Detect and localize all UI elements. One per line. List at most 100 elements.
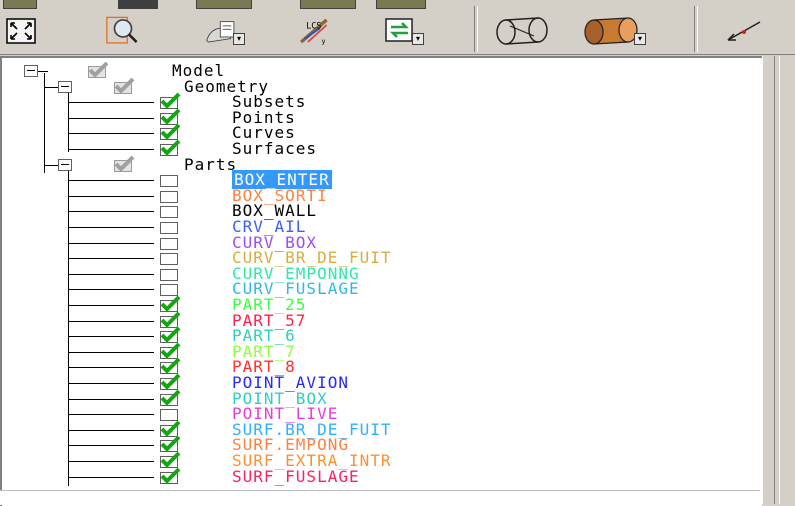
tree-item-part[interactable]: CURV_FUSLAGE xyxy=(2,279,742,298)
tree-connector xyxy=(68,242,154,244)
visibility-checkbox[interactable] xyxy=(160,389,181,406)
tree-node-geometry[interactable]: Geometry xyxy=(2,77,742,96)
tree-item-part[interactable]: CURV_EMPONNG xyxy=(2,264,742,283)
tree-item-part[interactable]: BOX_SORTI xyxy=(2,186,742,205)
visibility-checkbox[interactable] xyxy=(114,155,135,172)
checkmark-icon xyxy=(114,77,135,93)
tree-connector xyxy=(68,133,154,135)
visibility-checkbox[interactable] xyxy=(160,268,178,281)
solid-cylinder-icon xyxy=(584,17,638,45)
tree-item-part[interactable]: PART_8 xyxy=(2,357,742,376)
checkmark-icon xyxy=(160,373,181,389)
scrollbar-track[interactable] xyxy=(774,56,780,504)
chevron-down-icon[interactable]: ▾ xyxy=(412,33,424,45)
tree-connector xyxy=(68,445,154,447)
tree-connector xyxy=(68,429,154,431)
local-coord-system-icon: LCS y xyxy=(299,18,328,46)
tree-item-part[interactable]: SURF_EXTRA_INTR xyxy=(2,451,742,470)
checkmark-icon xyxy=(160,92,181,109)
tree-connector xyxy=(68,211,154,213)
wireframe-cylinder-icon xyxy=(496,17,548,45)
checkmark-icon xyxy=(160,342,181,358)
tree-connector xyxy=(68,149,154,150)
tree-item-part[interactable]: PART_6 xyxy=(2,326,742,345)
checkmark-icon xyxy=(114,155,135,171)
tree-item-label[interactable]: Surfaces xyxy=(232,139,317,158)
tree-connector xyxy=(68,383,154,384)
toolbar-stub xyxy=(3,0,37,9)
chevron-down-icon[interactable]: ▾ xyxy=(233,33,245,45)
local-coord-system-button[interactable]: LCS y xyxy=(296,14,330,48)
tree-connector xyxy=(68,398,154,400)
visibility-checkbox[interactable] xyxy=(160,467,181,484)
visibility-checkbox[interactable] xyxy=(160,237,178,250)
solid-cylinder-button[interactable]: ▾ xyxy=(584,14,646,48)
checkmark-icon xyxy=(160,467,181,483)
tree-connector xyxy=(68,227,154,228)
collapse-toggle[interactable] xyxy=(58,80,72,93)
visibility-checkbox[interactable] xyxy=(160,222,178,234)
tree-item-geometry[interactable]: Curves xyxy=(2,123,742,142)
visibility-checkbox[interactable] xyxy=(88,61,109,78)
visibility-checkbox[interactable] xyxy=(160,206,178,219)
checkmark-icon xyxy=(160,123,181,140)
collapse-toggle[interactable] xyxy=(24,65,38,77)
tree-item-part[interactable]: BOX_ENTER xyxy=(2,170,742,190)
visibility-checkbox[interactable] xyxy=(160,175,178,188)
checkmark-icon xyxy=(160,435,181,452)
tree-connector xyxy=(68,102,154,104)
svg-text:LCS: LCS xyxy=(306,21,321,31)
tree-connector xyxy=(68,195,154,197)
tree-node-parts[interactable]: Parts xyxy=(2,155,742,174)
horizontal-scrollbar[interactable] xyxy=(0,490,760,505)
tree-item-geometry[interactable]: Subsets xyxy=(2,92,742,111)
toolbar-separator xyxy=(474,6,478,52)
tree-connector xyxy=(68,336,154,338)
chevron-down-icon[interactable]: ▾ xyxy=(634,33,646,45)
visibility-checkbox[interactable] xyxy=(160,190,178,203)
model-tree: Model Geometry Subsets Points Curves Surfaces… xyxy=(0,56,762,506)
tree-item-part[interactable]: POINT_BOX xyxy=(2,389,742,408)
tree-item-part[interactable]: CRV_AIL xyxy=(2,217,742,236)
collapse-toggle[interactable] xyxy=(58,158,72,171)
toolbar-stub xyxy=(300,0,356,9)
tree-connector xyxy=(68,258,154,260)
wireframe-cylinder-button[interactable] xyxy=(494,14,550,48)
visibility-checkbox[interactable] xyxy=(160,253,178,266)
tree-connector xyxy=(68,117,154,119)
tree-item-part[interactable]: BOX_WALL xyxy=(2,201,742,220)
tree-item-part[interactable]: PART_57 xyxy=(2,311,742,330)
tree-connector xyxy=(68,273,154,275)
visibility-checkbox[interactable] xyxy=(114,77,135,94)
tree-item-part[interactable]: SURF.BR_DE_FUIT xyxy=(2,420,742,439)
tree-connector xyxy=(68,367,154,369)
tree-connector xyxy=(68,351,154,353)
toolbar-stub xyxy=(118,0,158,9)
tree-connector xyxy=(68,289,154,291)
tree-item-label[interactable]: SURF_FUSLAGE xyxy=(232,467,360,486)
tree-item-part[interactable]: SURF_FUSLAGE xyxy=(2,467,742,486)
tree-item-geometry[interactable]: Points xyxy=(2,108,742,127)
checkmark-icon xyxy=(160,420,181,436)
tree-item-part[interactable]: PART_7 xyxy=(2,342,742,361)
tree-item-label[interactable]: Parts xyxy=(184,155,237,174)
measure-button[interactable] xyxy=(724,14,764,48)
tree-connector xyxy=(68,414,154,416)
toolbar: ▾ LCS y ▾ ▾ xyxy=(0,0,795,55)
fit-window-button[interactable] xyxy=(4,14,38,48)
tree-item-part[interactable]: POINT_AVION xyxy=(2,373,742,392)
tree-connector xyxy=(68,461,154,462)
checkmark-icon xyxy=(160,108,181,124)
tree-item-part[interactable]: PART_25 xyxy=(2,295,742,314)
visibility-checkbox[interactable] xyxy=(160,139,181,156)
refresh-view-button[interactable]: ▾ xyxy=(384,14,424,48)
view-options-button[interactable]: ▾ xyxy=(205,14,245,48)
tree-connector xyxy=(68,320,154,322)
svg-text:y: y xyxy=(322,38,326,46)
tree-connector xyxy=(68,305,154,306)
checkmark-icon xyxy=(160,326,181,343)
zoom-box-button[interactable] xyxy=(106,14,140,48)
vertical-scrollbar[interactable] xyxy=(762,56,795,504)
tree-item-part[interactable]: CURV_BR_DE_FUIT xyxy=(2,248,742,267)
toolbar-separator xyxy=(694,6,698,52)
